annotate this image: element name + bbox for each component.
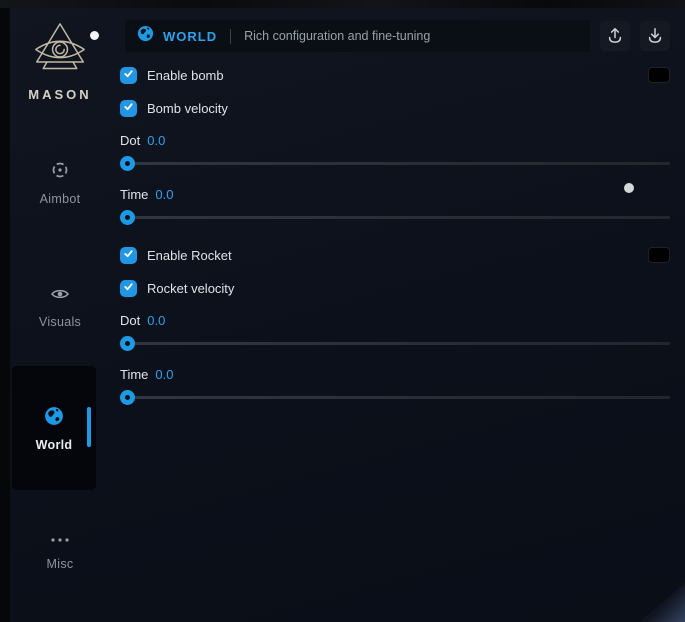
check-icon: [123, 66, 134, 84]
slider-bomb-dot: Dot 0.0: [120, 133, 670, 171]
slider-handle[interactable]: [120, 210, 135, 225]
slider-label: Dot: [120, 313, 140, 328]
title-divider: [230, 29, 231, 44]
crosshair-icon: [50, 160, 70, 185]
title-bar: WORLD Rich configuration and fine-tuning: [125, 20, 590, 52]
toggle-row-bomb-velocity: Bomb velocity: [120, 99, 670, 117]
toggle-label: Rocket velocity: [147, 281, 234, 296]
slider-rocket-dot: Dot 0.0: [120, 313, 670, 351]
export-config-button[interactable]: [600, 21, 630, 51]
bomb-velocity-checkbox[interactable]: [120, 100, 137, 117]
slider-track[interactable]: [120, 156, 670, 171]
corner-glow-decoration: [633, 576, 685, 622]
globe-icon: [44, 406, 64, 431]
check-icon: [123, 279, 134, 297]
ellipsis-icon: [49, 532, 71, 550]
toggle-label: Bomb velocity: [147, 101, 228, 116]
import-config-button[interactable]: [640, 21, 670, 51]
globe-icon: [137, 25, 154, 47]
settings-content: Enable bomb Bomb velocity Dot 0.0: [120, 66, 670, 405]
enable-bomb-checkbox[interactable]: [120, 67, 137, 84]
sidebar-item-world[interactable]: World: [12, 366, 96, 490]
cursor-dot: [90, 31, 99, 40]
eye-icon: [50, 285, 70, 308]
slider-value: 0.0: [155, 187, 173, 202]
sidebar-item-label: World: [36, 438, 73, 452]
slider-handle[interactable]: [120, 336, 135, 351]
enable-rocket-checkbox[interactable]: [120, 247, 137, 264]
slider-track[interactable]: [120, 210, 670, 225]
bomb-color-swatch[interactable]: [648, 67, 670, 83]
slider-bomb-time: Time 0.0: [120, 187, 670, 225]
sidebar-item-label: Visuals: [39, 315, 81, 329]
toggle-label: Enable bomb: [147, 68, 224, 83]
upload-icon: [605, 25, 625, 48]
slider-value: 0.0: [155, 367, 173, 382]
page-header: WORLD Rich configuration and fine-tuning: [120, 20, 670, 52]
slider-value: 0.0: [147, 133, 165, 148]
page-subtitle: Rich configuration and fine-tuning: [244, 29, 430, 43]
slider-label: Dot: [120, 133, 140, 148]
page-title: WORLD: [163, 29, 217, 44]
cursor-dot: [624, 183, 634, 193]
slider-label: Time: [120, 187, 148, 202]
slider-label: Time: [120, 367, 148, 382]
active-tab-indicator: [87, 407, 91, 447]
mason-logo-icon: [32, 63, 88, 80]
slider-rocket-time: Time 0.0: [120, 367, 670, 405]
sidebar: MASON Aimbot Visuals: [10, 8, 110, 622]
sidebar-item-misc[interactable]: Misc: [10, 532, 110, 571]
toggle-row-enable-rocket: Enable Rocket: [120, 246, 670, 264]
rocket-color-swatch[interactable]: [648, 247, 670, 263]
sidebar-item-aimbot[interactable]: Aimbot: [10, 160, 110, 206]
outer-frame: [0, 0, 685, 8]
sidebar-item-label: Misc: [47, 557, 74, 571]
sidebar-item-visuals[interactable]: Visuals: [10, 285, 110, 329]
slider-track[interactable]: [120, 336, 670, 351]
download-icon: [645, 25, 665, 48]
sidebar-item-label: Aimbot: [40, 192, 81, 206]
toggle-label: Enable Rocket: [147, 248, 232, 263]
main-panel: WORLD Rich configuration and fine-tuning: [120, 20, 670, 419]
brand-name: MASON: [10, 87, 110, 102]
slider-value: 0.0: [147, 313, 165, 328]
slider-track[interactable]: [120, 390, 670, 405]
slider-handle[interactable]: [120, 156, 135, 171]
app-window: MASON Aimbot Visuals: [10, 8, 685, 622]
toggle-row-enable-bomb: Enable bomb: [120, 66, 670, 84]
rocket-velocity-checkbox[interactable]: [120, 280, 137, 297]
check-icon: [123, 99, 134, 117]
toggle-row-rocket-velocity: Rocket velocity: [120, 279, 670, 297]
slider-handle[interactable]: [120, 390, 135, 405]
check-icon: [123, 246, 134, 264]
